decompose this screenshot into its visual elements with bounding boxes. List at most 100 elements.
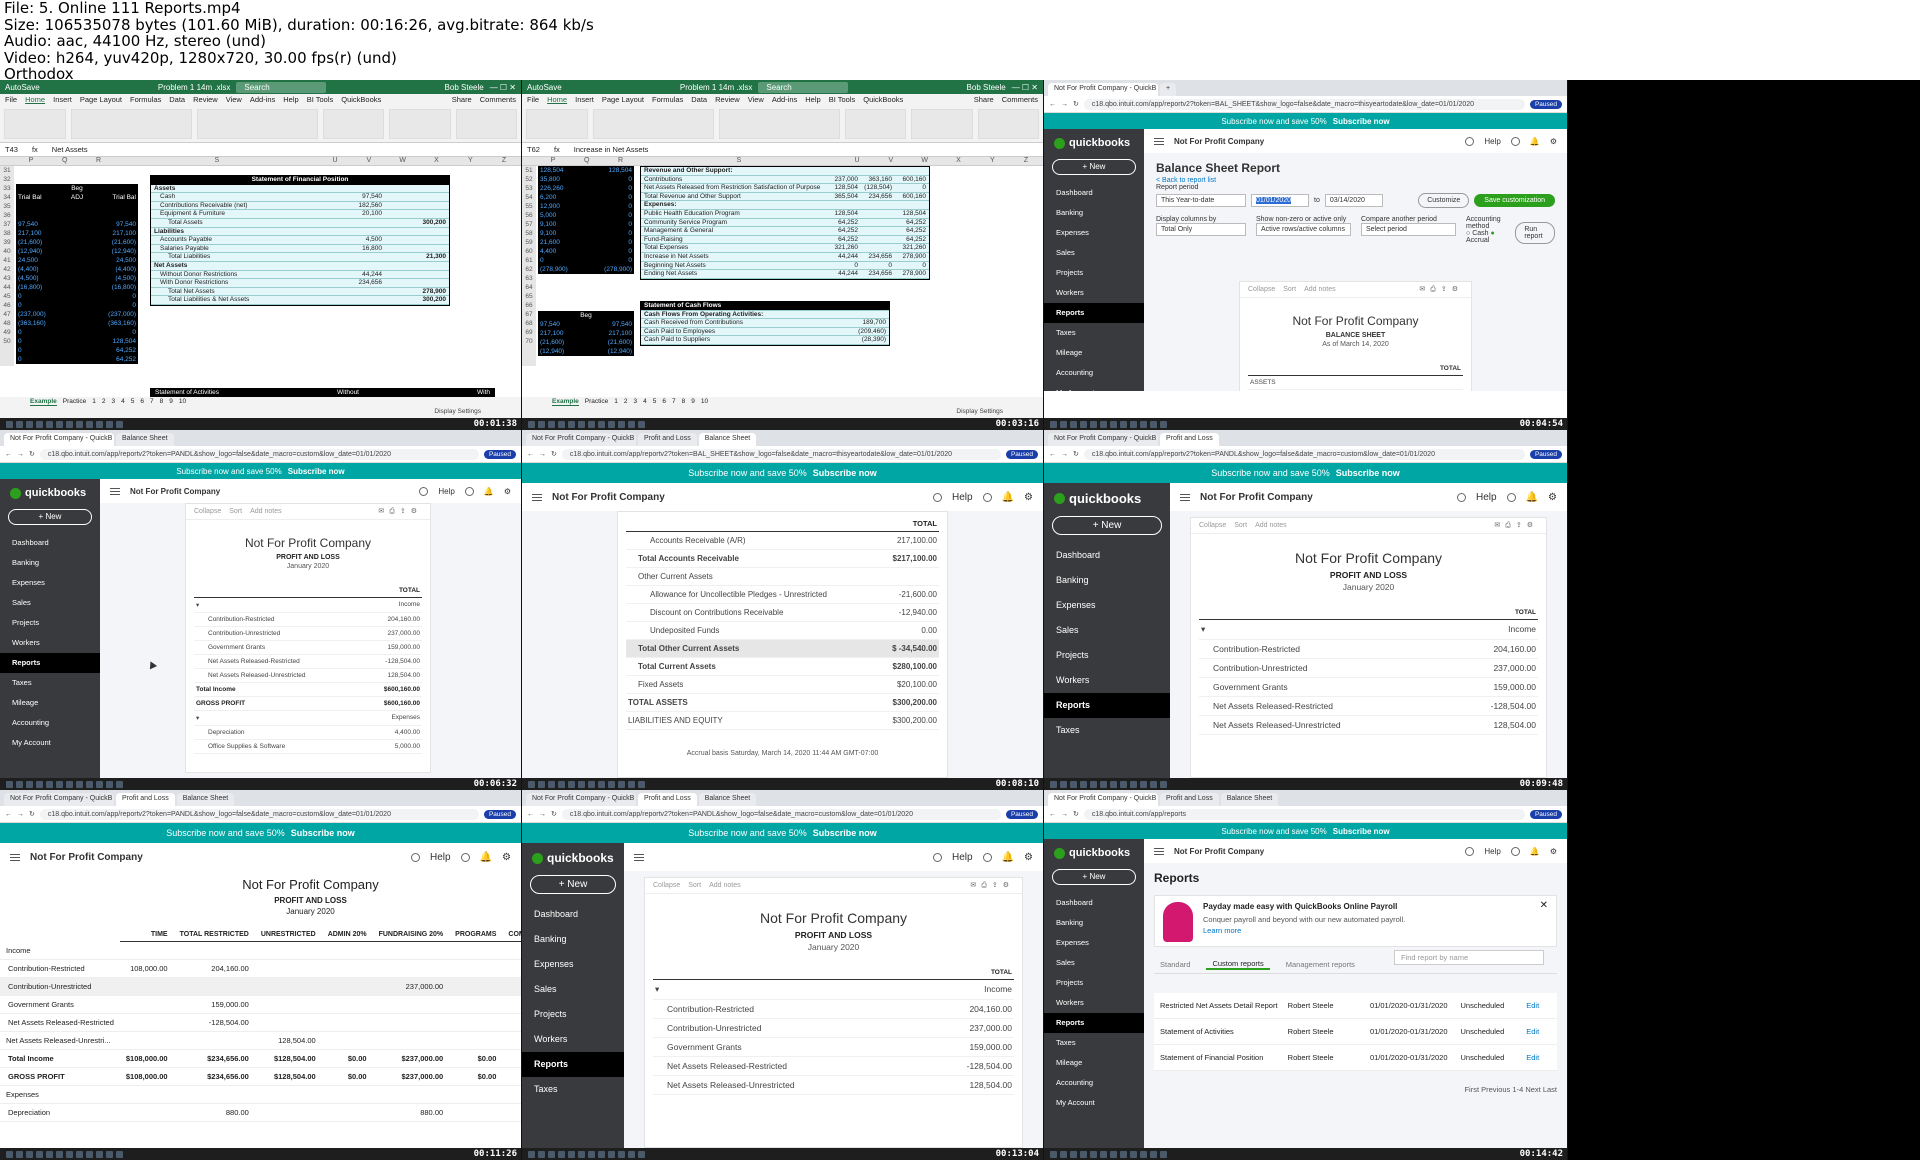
- search-icon[interactable]: [464, 486, 474, 496]
- back-to-list-link[interactable]: < Back to report list: [1156, 177, 1555, 184]
- sidebar-item-taxes[interactable]: Taxes: [1044, 323, 1144, 343]
- ribbon-group[interactable]: [844, 108, 906, 139]
- menu-icon[interactable]: [1154, 847, 1164, 855]
- sidebar-item-my-account[interactable]: My Account: [1044, 1093, 1144, 1113]
- autosave-label[interactable]: AutoSave: [5, 83, 40, 92]
- reload-icon[interactable]: ↻: [551, 450, 557, 458]
- bell-icon[interactable]: 🔔: [480, 852, 492, 863]
- subscribe-link[interactable]: Subscribe now: [813, 468, 877, 478]
- gear-icon[interactable]: ⚙: [1550, 137, 1557, 146]
- menu-formulas[interactable]: Formulas: [130, 95, 161, 104]
- add-notes-link[interactable]: Add notes: [1255, 522, 1287, 529]
- qb-logo[interactable]: quickbooks: [1044, 483, 1170, 512]
- sidebar-item-expenses[interactable]: Expenses: [0, 573, 100, 593]
- menu-review[interactable]: Review: [193, 95, 218, 104]
- compare-select[interactable]: Select period: [1361, 223, 1456, 236]
- tab-profit-loss[interactable]: Profit and Loss: [1160, 793, 1219, 806]
- collapse-link[interactable]: Collapse: [194, 508, 221, 515]
- pager[interactable]: First Previous 1-4 Next Last: [1154, 1085, 1557, 1094]
- sidebar-item-projects[interactable]: Projects: [1044, 643, 1170, 668]
- sidebar-item-accounting[interactable]: Accounting: [1044, 363, 1144, 383]
- learn-more-link[interactable]: Learn more: [1203, 926, 1405, 935]
- tab-3[interactable]: 3: [633, 398, 637, 405]
- qb-logo[interactable]: quickbooks: [1044, 839, 1144, 865]
- forward-icon[interactable]: →: [539, 451, 546, 458]
- help-link[interactable]: Help: [1476, 492, 1497, 503]
- menu-home[interactable]: Home: [547, 95, 567, 104]
- share-button[interactable]: Share: [452, 95, 472, 104]
- menu-icon[interactable]: [532, 493, 542, 501]
- user-name[interactable]: Bob Steele: [967, 83, 1006, 92]
- forward-icon[interactable]: →: [17, 451, 24, 458]
- ribbon-group[interactable]: [592, 108, 714, 139]
- customize-button[interactable]: Customize: [1418, 193, 1470, 208]
- subscribe-link[interactable]: Subscribe now: [1336, 468, 1400, 478]
- menu-icon[interactable]: [634, 853, 644, 861]
- menu-formulas[interactable]: Formulas: [652, 95, 683, 104]
- tab-standard[interactable]: Standard: [1154, 960, 1196, 969]
- help-link[interactable]: Help: [1484, 137, 1500, 146]
- help-link[interactable]: Help: [952, 492, 973, 503]
- help-link[interactable]: Help: [1484, 847, 1500, 856]
- cash-radio[interactable]: ○: [1466, 230, 1470, 237]
- menu-bi-tools[interactable]: BI Tools: [307, 95, 334, 104]
- tab-profit-loss[interactable]: Profit and Loss: [1160, 433, 1219, 446]
- window-controls[interactable]: — ☐ ✕: [1012, 83, 1038, 92]
- menu-addins[interactable]: Add-ins: [250, 95, 275, 104]
- report-actions-icons[interactable]: ✉⎙⇪⚙: [378, 507, 422, 516]
- sidebar-item-accounting[interactable]: Accounting: [0, 713, 100, 733]
- tab-balance-sheet[interactable]: Balance Sheet: [698, 433, 757, 446]
- tab-company[interactable]: Not For Profit Company - QuickB: [526, 433, 636, 446]
- collapse-link[interactable]: Collapse: [1199, 522, 1226, 529]
- sidebar-item-dashboard[interactable]: Dashboard: [1044, 183, 1144, 203]
- sidebar-item-banking[interactable]: Banking: [1044, 913, 1144, 933]
- menu-file[interactable]: File: [527, 95, 539, 104]
- tab-5[interactable]: 5: [131, 398, 135, 405]
- sidebar-item-reports[interactable]: Reports: [522, 1052, 624, 1077]
- sidebar-item-banking[interactable]: Banking: [0, 553, 100, 573]
- back-icon[interactable]: ←: [1049, 811, 1056, 818]
- edit-link[interactable]: Edit: [1526, 1027, 1551, 1036]
- menu-addins[interactable]: Add-ins: [772, 95, 797, 104]
- sheet-grid[interactable]: 31 32 33 34 35 36 37 38 39 40 41 42 43 44 45 46 47 48 49 50…: [0, 166, 521, 399]
- tab-4[interactable]: 4: [121, 398, 125, 405]
- display-columns-select[interactable]: Total Only: [1156, 223, 1246, 236]
- qb-logo[interactable]: quickbooks: [522, 843, 624, 871]
- menu-page-layout[interactable]: Page Layout: [602, 95, 644, 104]
- ribbon-group[interactable]: [4, 108, 66, 139]
- url-input[interactable]: c18.qbo.intuit.com/app/reportv2?token=PA…: [1083, 448, 1525, 460]
- back-icon[interactable]: ←: [527, 811, 534, 818]
- search-icon[interactable]: [460, 852, 470, 862]
- search-icon[interactable]: [1510, 846, 1520, 856]
- menu-icon[interactable]: [10, 853, 20, 861]
- sidebar-item-banking[interactable]: Banking: [1044, 568, 1170, 593]
- sidebar-item-mileage[interactable]: Mileage: [1044, 1053, 1144, 1073]
- subscribe-link[interactable]: Subscribe now: [1333, 827, 1390, 836]
- sidebar-item-expenses[interactable]: Expenses: [522, 952, 624, 977]
- report-actions-icons[interactable]: ✉⎙⇪⚙: [970, 881, 1014, 890]
- sidebar-item-projects[interactable]: Projects: [1044, 263, 1144, 283]
- sidebar-item-banking[interactable]: Banking: [522, 927, 624, 952]
- tab-example[interactable]: Example: [30, 398, 57, 406]
- tab-8[interactable]: 8: [160, 398, 164, 405]
- bell-icon[interactable]: 🔔: [1526, 492, 1538, 503]
- comments-button[interactable]: Comments: [1002, 95, 1038, 104]
- menu-data[interactable]: Data: [169, 95, 185, 104]
- paused-badge[interactable]: Paused: [1529, 99, 1562, 109]
- menu-home[interactable]: Home: [25, 95, 45, 104]
- forward-icon[interactable]: →: [1061, 811, 1068, 818]
- sidebar-item-taxes[interactable]: Taxes: [1044, 718, 1170, 743]
- add-notes-link[interactable]: Add notes: [709, 882, 741, 889]
- tab-company[interactable]: Not For Profit Company - QuickB: [4, 433, 114, 446]
- new-button[interactable]: + New: [1052, 869, 1136, 885]
- sidebar-item-projects[interactable]: Projects: [522, 1002, 624, 1027]
- sidebar-item-dashboard[interactable]: Dashboard: [522, 902, 624, 927]
- url-input[interactable]: c18.qbo.intuit.com/app/reportv2?token=BA…: [561, 448, 1001, 460]
- tab-5[interactable]: 5: [653, 398, 657, 405]
- formula-input[interactable]: Net Assets: [52, 145, 88, 154]
- sidebar-item-mileage[interactable]: Mileage: [1044, 343, 1144, 363]
- tab-9[interactable]: 9: [169, 398, 173, 405]
- menu-icon[interactable]: [110, 487, 120, 495]
- sidebar-item-workers[interactable]: Workers: [522, 1027, 624, 1052]
- url-input[interactable]: c18.qbo.intuit.com/app/reportv2?token=BA…: [1083, 98, 1525, 110]
